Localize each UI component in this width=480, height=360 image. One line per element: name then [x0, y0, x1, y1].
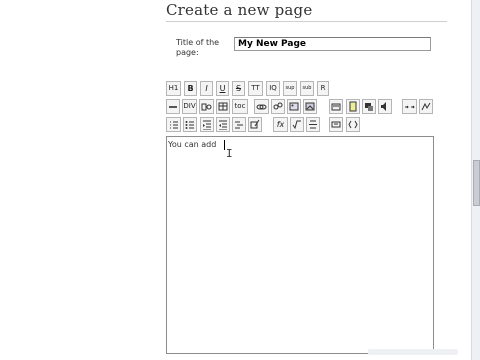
monospace-label: TT — [251, 84, 260, 92]
more-icon — [421, 102, 431, 111]
unordered-list-button[interactable] — [183, 117, 197, 132]
sound-icon — [381, 102, 386, 111]
formula-button[interactable]: fx — [273, 117, 288, 132]
toc-label: toc — [234, 102, 246, 110]
sound-button[interactable] — [378, 99, 392, 114]
horizontal-rule-button[interactable] — [166, 99, 180, 114]
superscript-button[interactable]: sup — [283, 81, 297, 96]
indent-icon — [219, 120, 227, 130]
ordered-list-button[interactable] — [166, 117, 181, 132]
image-icon — [289, 102, 299, 111]
sqrt-icon — [292, 120, 301, 130]
subscript-button[interactable]: sub — [300, 81, 314, 96]
table-button[interactable] — [216, 99, 230, 114]
italic-label: I — [205, 84, 208, 93]
user-icon — [365, 103, 373, 111]
title-input[interactable] — [234, 37, 431, 51]
bold-button[interactable]: B — [184, 81, 197, 96]
heading-divider — [166, 21, 447, 22]
user-button[interactable] — [362, 99, 376, 114]
page-content-editor[interactable]: You can add — [166, 136, 434, 354]
subscript-label: sub — [302, 85, 312, 91]
bold-label: B — [187, 84, 194, 93]
code-button[interactable] — [346, 117, 360, 132]
link-icon — [256, 104, 267, 110]
scrollbar-thumb[interactable] — [473, 160, 480, 206]
special-chars-button[interactable] — [402, 99, 417, 114]
superscript-label: sup — [285, 85, 295, 91]
r-button[interactable]: R — [317, 81, 329, 96]
i-beam-cursor-icon: I — [226, 147, 233, 160]
left-margin — [0, 0, 160, 360]
div-button[interactable]: DIV — [182, 99, 197, 114]
table-icon — [218, 102, 228, 111]
unordered-list-icon — [185, 121, 194, 129]
fraction-icon — [309, 120, 317, 129]
outdent-button[interactable] — [200, 117, 214, 132]
attach-icon — [349, 101, 357, 112]
toc-button[interactable]: toc — [232, 99, 248, 114]
text-caret — [224, 140, 225, 150]
quote-label: IQ — [269, 84, 277, 92]
edit-table-button[interactable] — [248, 117, 262, 132]
attach-button[interactable] — [346, 99, 360, 114]
anchor-button[interactable] — [199, 99, 214, 114]
arrows-icon — [405, 105, 415, 109]
quote-button[interactable]: IQ — [266, 81, 280, 96]
flash-button[interactable] — [329, 117, 343, 132]
heading-label: H1 — [168, 84, 179, 92]
page-scrollbar[interactable] — [471, 0, 480, 360]
monospace-button[interactable]: TT — [248, 81, 263, 96]
unlink-button[interactable] — [271, 99, 285, 114]
italic-button[interactable]: I — [200, 81, 213, 96]
r-label: R — [320, 84, 326, 92]
ordered-list-icon — [169, 121, 178, 129]
unlink-icon — [273, 102, 283, 110]
sqrt-button[interactable] — [290, 117, 304, 132]
outdent-icon — [203, 120, 211, 130]
status-bar — [368, 349, 458, 355]
image-button[interactable] — [287, 99, 301, 114]
underline-label: U — [219, 84, 226, 93]
editor-content: You can add — [168, 140, 217, 149]
indent-button[interactable] — [216, 117, 230, 132]
edit-table-icon — [250, 119, 260, 129]
horizontal-rule-icon — [169, 106, 177, 108]
flash-icon — [331, 121, 341, 128]
image-link-icon — [305, 102, 315, 111]
code-icon — [348, 120, 358, 129]
fraction-button[interactable] — [306, 117, 320, 132]
insert-image-icon — [331, 103, 341, 111]
underline-button[interactable]: U — [216, 81, 229, 96]
anchor-icon — [201, 103, 212, 111]
heading-button[interactable]: H1 — [166, 81, 181, 96]
link-button[interactable] — [254, 99, 269, 114]
page-title: Create a new page — [166, 1, 313, 19]
more-button[interactable] — [419, 99, 433, 114]
formula-label: fx — [276, 120, 285, 129]
div-label: DIV — [183, 102, 196, 110]
definition-list-button[interactable] — [232, 117, 246, 132]
strikethrough-label: S — [235, 84, 242, 93]
image-link-button[interactable] — [303, 99, 317, 114]
title-field-label: Title of the page: — [176, 38, 220, 57]
definition-list-icon — [235, 121, 243, 129]
strikethrough-button[interactable]: S — [232, 81, 245, 96]
insert-image-button[interactable] — [329, 99, 343, 114]
